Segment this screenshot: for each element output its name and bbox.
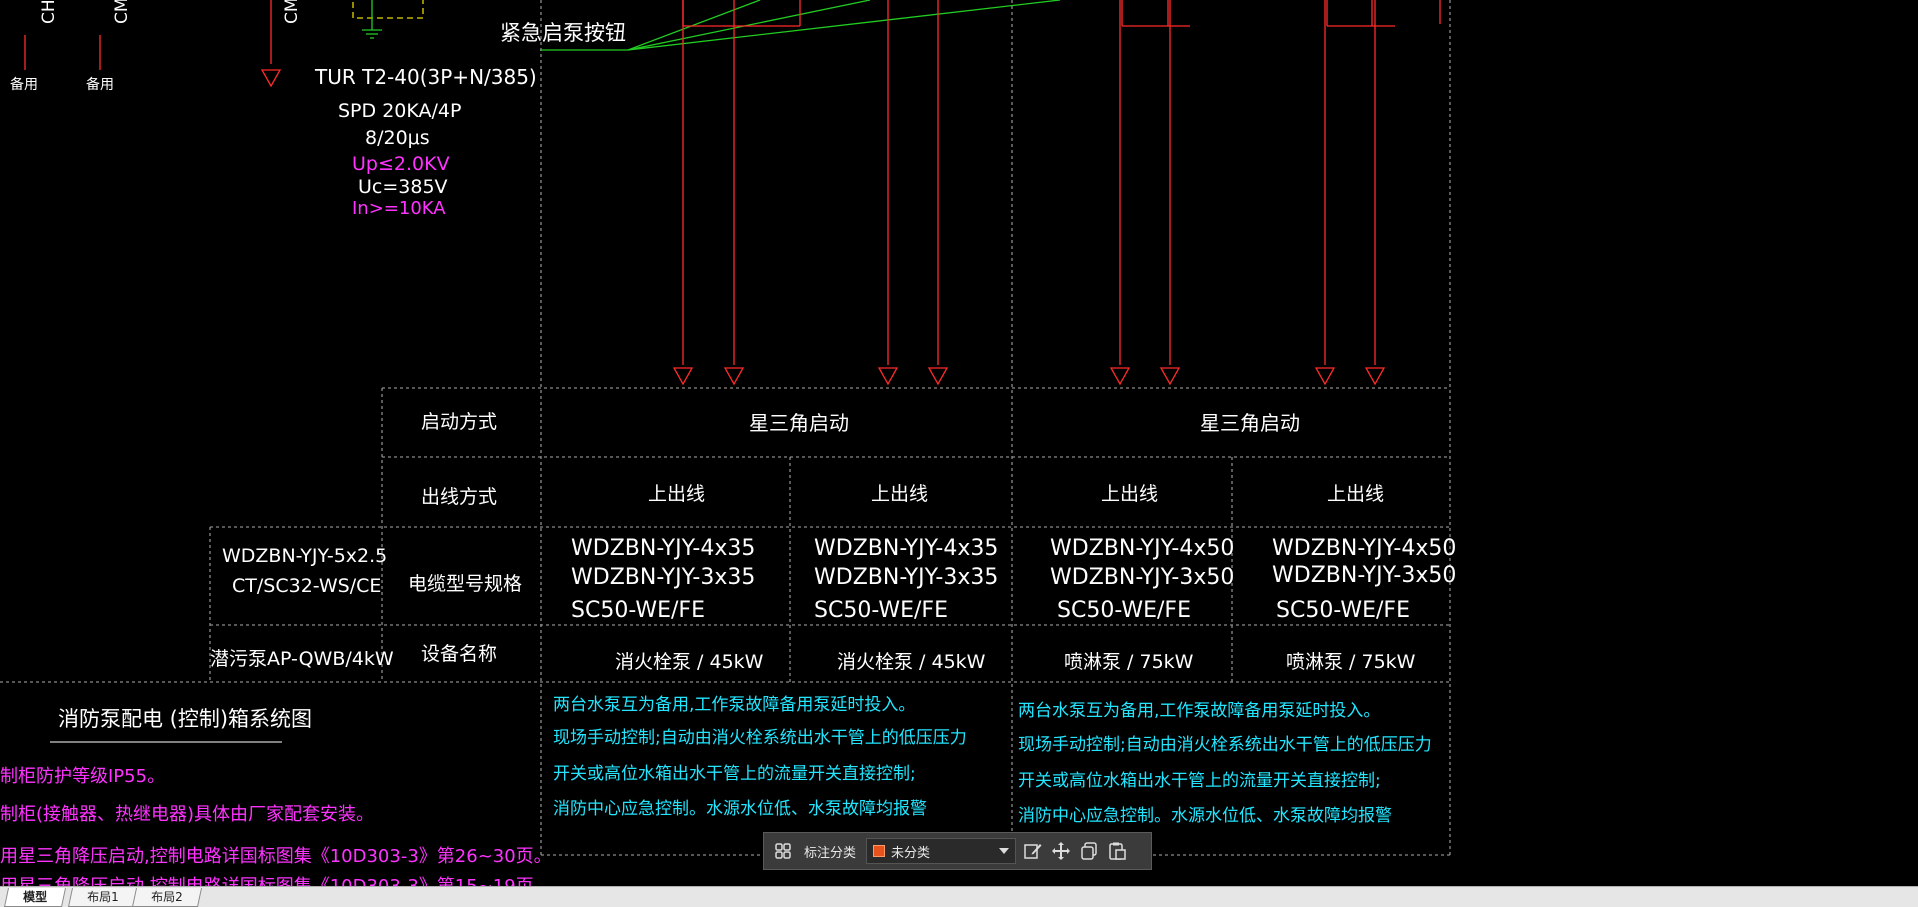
arrow-terminal [672, 367, 694, 386]
annotation-category-select[interactable]: 未分类 [866, 838, 1017, 864]
row-header-start-mode: 启动方式 [421, 411, 497, 433]
side-device: 潜污泵AP-QWB/4kW [210, 648, 394, 670]
arrow-terminal [1314, 367, 1336, 386]
copy-icon[interactable] [1078, 840, 1100, 862]
column-cable: WDZBN-YJY-3x50 [1050, 565, 1234, 590]
note-left: 两台水泵互为备用,工作泵故障备用泵延时投入。 [553, 695, 915, 715]
side-cable-line1: WDZBN-YJY-5x2.5 [222, 545, 387, 567]
column-outlet: 上出线 [648, 483, 705, 505]
column-cable: SC50-WE/FE [571, 598, 705, 623]
chevron-down-icon [999, 844, 1010, 859]
spare-label-2: 备用 [86, 76, 114, 93]
column-outlet: 上出线 [1101, 483, 1158, 505]
cm-label-2: CM [282, 0, 302, 24]
column-cable: SC50-WE/FE [1057, 598, 1191, 623]
column-cable: SC50-WE/FE [814, 598, 948, 623]
note-left: 开关或高位水箱出水干管上的流量开关直接控制; [553, 764, 916, 784]
note-right: 开关或高位水箱出水干管上的流量开关直接控制; [1018, 771, 1381, 791]
note-left: 消防中心应急控制。水源水位低、水泵故障均报警 [553, 799, 927, 819]
note-right: 现场手动控制;自动由消火栓系统出水干管上的低压压力 [1018, 735, 1432, 755]
spd-uc: Uc=385V [358, 176, 448, 198]
arrow-terminal [1109, 367, 1131, 386]
control-wire [627, 0, 871, 51]
column-cable: WDZBN-YJY-4x35 [814, 536, 998, 561]
arrow-terminal [877, 367, 899, 386]
category-color-swatch [873, 845, 886, 857]
tab-layout1[interactable]: 布局1 [67, 888, 138, 907]
column-cable: WDZBN-YJY-3x35 [814, 565, 998, 590]
column-cable: WDZBN-YJY-3x35 [571, 565, 755, 590]
emergency-button-label: 紧急启泵按钮 [500, 21, 626, 45]
side-cable-line2: CT/SC32-WS/CE [232, 575, 381, 597]
cad-drawing-canvas[interactable]: CH CM CM 备用 备用 紧急启泵按钮 TUR T2-40(3P+N/385… [0, 0, 1918, 886]
wiring-layer [24, 0, 1441, 386]
ch-label: CH [39, 0, 59, 24]
annotation-category-label: 标注分类 [804, 845, 857, 861]
spd-up: Up≤2.0KV [352, 153, 450, 175]
arrow-terminal [1159, 367, 1181, 386]
column-cable: WDZBN-YJY-3x50 [1272, 563, 1456, 588]
column-outlet: 上出线 [1327, 483, 1384, 505]
arrow-terminal [723, 367, 745, 386]
spare-label-1: 备用 [10, 76, 38, 93]
spd-box [352, 0, 424, 19]
column-device: 喷淋泵 / 75kW [1286, 651, 1416, 673]
spd-in: In>=10KA [352, 198, 446, 219]
column-device: 消火栓泵 / 45kW [615, 651, 764, 673]
spd-model: TUR T2-40(3P+N/385) [314, 65, 537, 89]
spd-wave: 8/20μs [365, 127, 430, 149]
column-device: 喷淋泵 / 75kW [1064, 651, 1194, 673]
group-start-mode: 星三角启动 [749, 411, 849, 435]
column-cable: WDZBN-YJY-4x50 [1050, 536, 1234, 561]
general-note: 制柜防护等级IP55。 [0, 766, 165, 787]
row-header-cable-spec: 电缆型号规格 [408, 573, 522, 595]
grid-icon[interactable] [772, 840, 794, 862]
category-selected-value: 未分类 [891, 845, 931, 861]
column-device: 消火栓泵 / 45kW [837, 651, 986, 673]
column-cable: WDZBN-YJY-4x35 [571, 536, 755, 561]
edit-icon[interactable] [1022, 840, 1044, 862]
general-note: 用星三角降压启动,控制电路详国标图集《10D303-3》第15~19页。 [0, 876, 552, 886]
tab-model[interactable]: 模型 [3, 888, 67, 907]
note-right: 两台水泵互为备用,工作泵故障备用泵延时投入。 [1018, 701, 1380, 721]
paste-icon[interactable] [1106, 840, 1128, 862]
note-left: 现场手动控制;自动由消火栓系统出水干管上的低压压力 [553, 728, 967, 748]
general-note: 用星三角降压启动,控制电路详国标图集《10D303-3》第26~30页。 [0, 846, 552, 867]
general-note: 制柜(接触器、热继电器)具体由厂家配套安装。 [0, 804, 374, 825]
move-icon[interactable] [1050, 840, 1072, 862]
cm-label-1: CM [112, 0, 132, 24]
drawing-title: 消防泵配电 (控制)箱系统图 [58, 707, 312, 731]
tab-layout2[interactable]: 布局2 [131, 888, 202, 907]
row-header-outlet-mode: 出线方式 [421, 486, 497, 508]
column-outlet: 上出线 [871, 483, 928, 505]
group-start-mode: 星三角启动 [1200, 411, 1300, 435]
note-right: 消防中心应急控制。水源水位低、水泵故障均报警 [1018, 806, 1392, 826]
layout-tab-bar: 模型 布局1 布局2 [0, 886, 1918, 907]
row-header-device-name: 设备名称 [421, 643, 497, 665]
arrow-terminal [1364, 367, 1386, 386]
arrow-terminal [260, 69, 282, 88]
column-cable: SC50-WE/FE [1276, 598, 1410, 623]
column-cable: WDZBN-YJY-4x50 [1272, 536, 1456, 561]
spd-rating: SPD 20KA/4P [338, 100, 461, 122]
arrow-terminal [927, 367, 949, 386]
annotation-toolbar: 标注分类 未分类 [763, 832, 1152, 870]
